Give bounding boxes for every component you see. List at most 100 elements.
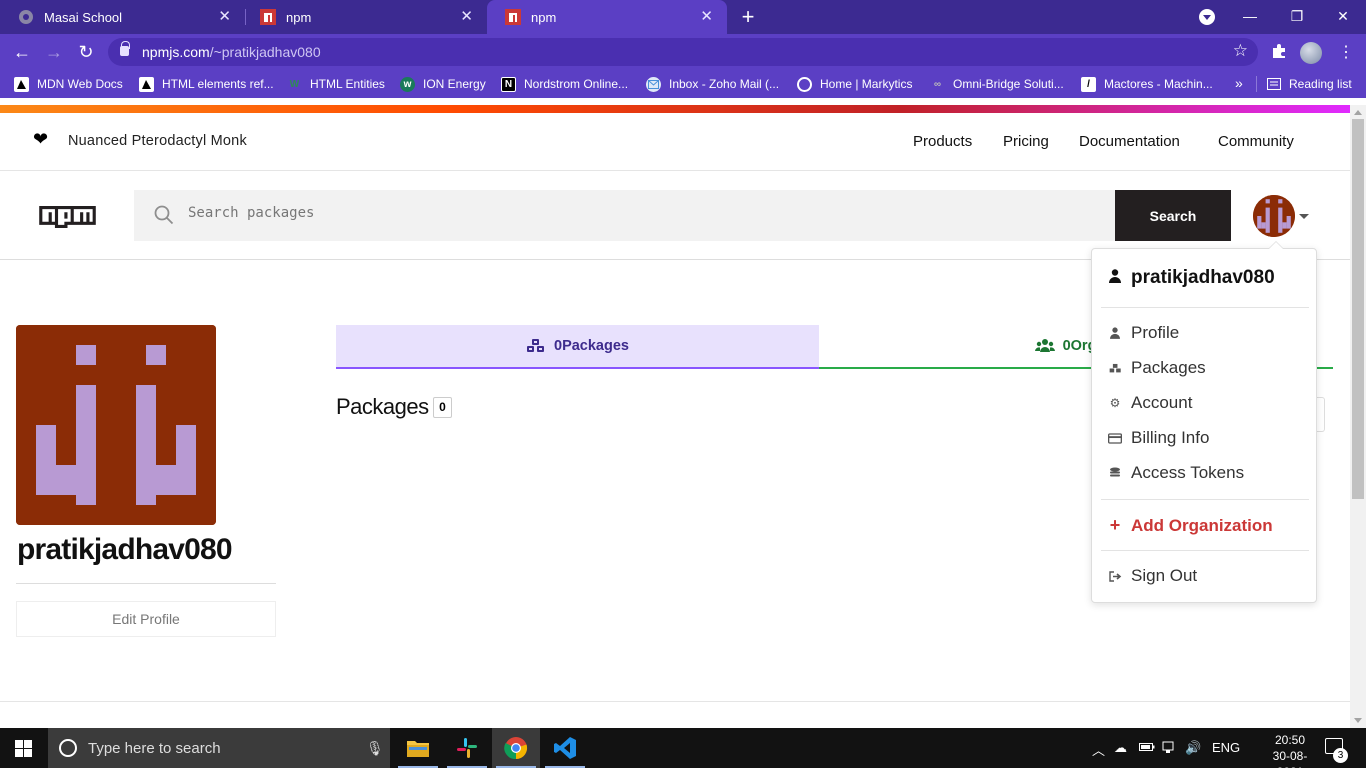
menu-item-access-tokens[interactable]: Access Tokens <box>1108 463 1244 483</box>
close-window-icon[interactable]: ✕ <box>1331 4 1355 28</box>
scroll-down-icon[interactable] <box>1354 718 1362 723</box>
tab-search-icon[interactable] <box>1199 9 1215 25</box>
new-tab-button[interactable]: + <box>738 5 758 29</box>
mactores-icon: / <box>1081 76 1096 92</box>
browser-tab-strip: Masai School ✕ npm ✕ npm ✕ + — ❐ ✕ <box>0 0 1366 34</box>
bookmark-item[interactable]: / Mactores - Machin... <box>1081 75 1213 93</box>
windows-taskbar: Type here to search 🎙 ︿ ☁ 🔊 ENG 20:50 30… <box>0 728 1366 768</box>
bookmark-item[interactable]: MDN Web Docs <box>14 75 123 93</box>
mdn-icon <box>14 76 29 92</box>
site-header: ❤ Nuanced Pterodactyl Monk Products Pric… <box>0 113 1350 171</box>
menu-item-sign-out[interactable]: Sign Out <box>1108 566 1197 586</box>
address-bar[interactable]: npmjs.com/~pratikjadhav080 ☆ <box>108 38 1258 66</box>
package-count-badge: 0 <box>433 397 452 418</box>
divider <box>16 583 276 584</box>
cortana-icon <box>59 739 77 757</box>
npm-logo[interactable] <box>32 206 103 233</box>
tab-packages[interactable]: 0Packages <box>336 325 819 369</box>
slack-icon[interactable] <box>443 728 491 768</box>
reload-icon[interactable]: ↻ <box>74 40 98 64</box>
close-tab-icon[interactable]: ✕ <box>218 8 231 26</box>
gear-icon: ⚙ <box>1109 396 1121 410</box>
chevron-up-icon[interactable]: ︿ <box>1092 740 1105 759</box>
lock-icon <box>120 41 130 56</box>
dropdown-username[interactable]: pratikjadhav080 <box>1109 267 1275 289</box>
extensions-icon[interactable] <box>1271 43 1287 64</box>
menu-item-packages[interactable]: Packages <box>1108 358 1206 378</box>
bookmark-item[interactable]: N Nordstrom Online... <box>501 75 628 93</box>
bookmark-item[interactable]: W HTML Entities <box>287 75 385 93</box>
nordstrom-icon: N <box>501 76 516 92</box>
profile-avatar <box>16 325 216 525</box>
packages-heading: Packages <box>336 394 429 419</box>
close-tab-icon[interactable]: ✕ <box>460 8 473 26</box>
bookmark-item[interactable]: HTML elements ref... <box>139 75 274 93</box>
bookmark-item[interactable]: Home | Markytics <box>797 75 912 93</box>
bookmark-item[interactable]: ∞ Omni-Bridge Soluti... <box>930 75 1064 93</box>
nav-products[interactable]: Products <box>913 133 972 150</box>
tab-npm-1[interactable]: npm ✕ <box>242 0 487 34</box>
page-scrollbar[interactable] <box>1350 105 1366 728</box>
notification-count-badge: 3 <box>1333 748 1348 763</box>
chrome-icon[interactable] <box>492 728 540 768</box>
scroll-up-icon[interactable] <box>1354 110 1362 115</box>
chevron-down-icon[interactable] <box>1299 214 1309 219</box>
ion-energy-icon: w <box>400 76 415 92</box>
reading-list-icon <box>1266 77 1281 92</box>
edit-profile-button[interactable]: Edit Profile <box>16 601 276 637</box>
close-tab-icon[interactable]: ✕ <box>700 8 713 26</box>
brand-gradient-bar <box>0 105 1350 113</box>
forward-icon[interactable]: → <box>42 40 66 64</box>
search-row: Search <box>0 172 1350 260</box>
microphone-icon[interactable]: 🎙 <box>366 740 384 757</box>
menu-item-account[interactable]: ⚙ Account <box>1108 393 1193 413</box>
menu-item-add-organization[interactable]: + Add Organization <box>1108 515 1273 536</box>
menu-item-billing[interactable]: Billing Info <box>1108 428 1209 448</box>
credit-card-icon <box>1108 432 1122 444</box>
browser-profile-avatar[interactable] <box>1300 42 1322 64</box>
windows-start-icon[interactable] <box>15 740 32 762</box>
system-clock[interactable]: 20:50 30-08-2021 <box>1262 732 1318 768</box>
nav-community[interactable]: Community <box>1218 133 1294 150</box>
tab-npm-active[interactable]: npm ✕ <box>487 0 727 34</box>
network-icon[interactable] <box>1162 740 1174 757</box>
scrollbar-thumb[interactable] <box>1352 119 1364 499</box>
input-language[interactable]: ENG <box>1212 740 1240 755</box>
search-input[interactable] <box>188 205 988 221</box>
taskbar-search-placeholder: Type here to search <box>88 740 221 757</box>
onedrive-icon[interactable]: ☁ <box>1114 740 1127 756</box>
reading-list-button[interactable]: Reading list <box>1266 75 1352 93</box>
restore-icon[interactable]: ❐ <box>1285 4 1309 28</box>
taskbar-search[interactable]: Type here to search 🎙 <box>48 728 390 768</box>
tab-masai-school[interactable]: Masai School ✕ <box>0 0 245 34</box>
tab-title: npm <box>286 9 312 25</box>
clock-date: 30-08-2021 <box>1272 749 1308 768</box>
tab-title: Masai School <box>44 9 123 25</box>
npm-tagline[interactable]: Nuanced Pterodactyl Monk <box>68 133 247 149</box>
file-explorer-icon[interactable] <box>394 728 442 768</box>
profile-username: pratikjadhav080 <box>17 533 233 566</box>
mdn-icon <box>139 76 154 92</box>
browser-menu-icon[interactable]: ⋮ <box>1338 42 1354 62</box>
plus-icon: + <box>1109 515 1121 535</box>
minimize-icon[interactable]: — <box>1238 4 1262 28</box>
heart-icon[interactable]: ❤ <box>33 129 48 150</box>
user-icon <box>1108 327 1122 339</box>
back-icon[interactable]: ← <box>10 40 34 64</box>
menu-item-profile[interactable]: Profile <box>1108 323 1179 343</box>
bookmark-item[interactable]: w ION Energy <box>400 75 486 93</box>
nav-documentation[interactable]: Documentation <box>1079 133 1180 150</box>
bookmark-item[interactable]: Inbox - Zoho Mail (... <box>646 75 779 93</box>
search-button[interactable]: Search <box>1115 190 1231 241</box>
npm-favicon-icon <box>505 9 521 25</box>
battery-icon[interactable] <box>1139 740 1155 755</box>
search-icon <box>154 205 174 230</box>
vscode-icon[interactable] <box>541 728 589 768</box>
bookmark-star-icon[interactable]: ☆ <box>1233 41 1248 61</box>
nav-pricing[interactable]: Pricing <box>1003 133 1049 150</box>
user-avatar-button[interactable] <box>1253 195 1295 237</box>
more-bookmarks-icon[interactable]: » <box>1235 75 1243 91</box>
volume-icon[interactable]: 🔊 <box>1185 740 1201 756</box>
globe-icon <box>797 76 812 92</box>
cubes-icon <box>1108 363 1122 374</box>
